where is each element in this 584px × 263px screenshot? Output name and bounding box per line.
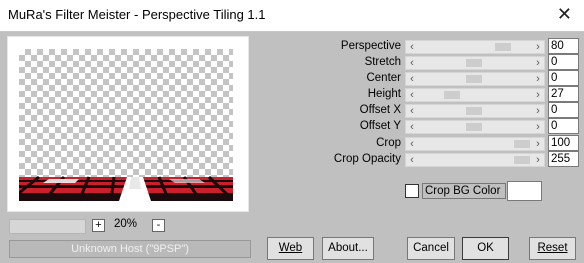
crop-opacity-label: Crop Opacity (333, 153, 401, 165)
offset-y-label: Offset Y (359, 120, 401, 132)
scroll-left-icon[interactable]: ‹ (407, 57, 417, 69)
height-value-field[interactable]: 27 (548, 86, 579, 102)
scroll-right-icon[interactable]: › (533, 73, 543, 85)
center-slider-thumb[interactable] (466, 75, 482, 83)
zoom-out-button[interactable]: - (152, 219, 165, 232)
crop-slider-thumb[interactable] (514, 140, 530, 148)
stretch-label: Stretch (364, 56, 401, 68)
scroll-left-icon[interactable]: ‹ (407, 138, 417, 150)
scroll-right-icon[interactable]: › (533, 57, 543, 69)
cancel-button-label: Cancel (413, 242, 449, 254)
perspective-slider-thumb[interactable] (495, 43, 511, 51)
window-title: MuRa's Filter Meister - Perspective Tili… (8, 7, 266, 22)
scroll-left-icon[interactable]: ‹ (407, 154, 417, 166)
close-icon[interactable]: ✕ (557, 4, 572, 24)
zoom-in-button[interactable]: + (92, 219, 105, 232)
center-value-field[interactable]: 0 (548, 70, 579, 86)
web-button-label: Web (278, 242, 303, 254)
web-button[interactable]: Web (267, 237, 314, 260)
perspective-label: Perspective (340, 40, 401, 52)
crop-label: Crop (376, 137, 401, 149)
crop-opacity-slider-thumb[interactable] (514, 156, 530, 164)
scroll-right-icon[interactable]: › (533, 105, 543, 117)
zoom-level: 20% (114, 218, 138, 230)
ok-button-label: OK (477, 242, 494, 254)
offset-x-label: Offset X (359, 104, 401, 116)
height-label: Height (367, 88, 401, 100)
stretch-slider-thumb[interactable] (466, 59, 482, 67)
crop-bg-color-checkbox[interactable] (405, 184, 419, 198)
zoom-track (9, 219, 86, 234)
scroll-left-icon[interactable]: ‹ (407, 41, 417, 53)
perspective-value-field[interactable]: 80 (548, 38, 579, 54)
cancel-button[interactable]: Cancel (407, 237, 455, 260)
stretch-slider[interactable]: ‹ › (405, 56, 545, 70)
perspective-slider[interactable]: ‹ › (405, 40, 545, 54)
height-slider-thumb[interactable] (444, 91, 460, 99)
offset-y-slider-thumb[interactable] (466, 123, 482, 131)
offset-x-value-field[interactable]: 0 (548, 102, 579, 118)
reset-button[interactable]: Reset (529, 237, 576, 260)
scroll-left-icon[interactable]: ‹ (407, 121, 417, 133)
about-button-label: About... (328, 242, 368, 254)
height-slider[interactable]: ‹ › (405, 88, 545, 102)
about-button[interactable]: About... (322, 237, 374, 260)
offset-y-value-field[interactable]: 0 (548, 118, 579, 134)
crop-bg-color-label[interactable]: Crop BG Color (422, 183, 506, 199)
crop-value-field[interactable]: 100 (548, 135, 579, 151)
preview-image (19, 175, 233, 201)
offset-x-slider-thumb[interactable] (466, 107, 482, 115)
stretch-value-field[interactable]: 0 (548, 54, 579, 70)
scroll-left-icon[interactable]: ‹ (407, 73, 417, 85)
ok-button[interactable]: OK (462, 237, 509, 260)
center-slider[interactable]: ‹ › (405, 72, 545, 86)
crop-bg-color-swatch[interactable] (507, 181, 542, 201)
offset-y-slider[interactable]: ‹ › (405, 120, 545, 134)
crop-opacity-slider[interactable]: ‹ › (405, 153, 545, 167)
scroll-right-icon[interactable]: › (533, 154, 543, 166)
scroll-right-icon[interactable]: › (533, 89, 543, 101)
preview-canvas[interactable] (19, 49, 233, 201)
reset-button-label: Reset (537, 242, 568, 254)
crop-opacity-value-field[interactable]: 255 (548, 151, 579, 167)
host-status: Unknown Host ("9PSP") (9, 240, 251, 258)
scroll-left-icon[interactable]: ‹ (407, 89, 417, 101)
preview-panel (7, 36, 249, 212)
scroll-right-icon[interactable]: › (533, 121, 543, 133)
scroll-right-icon[interactable]: › (533, 41, 543, 53)
scroll-right-icon[interactable]: › (533, 138, 543, 150)
crop-slider[interactable]: ‹ › (405, 137, 545, 151)
center-label: Center (366, 72, 401, 84)
offset-x-slider[interactable]: ‹ › (405, 104, 545, 118)
title-bar: MuRa's Filter Meister - Perspective Tili… (0, 0, 584, 32)
scroll-left-icon[interactable]: ‹ (407, 105, 417, 117)
